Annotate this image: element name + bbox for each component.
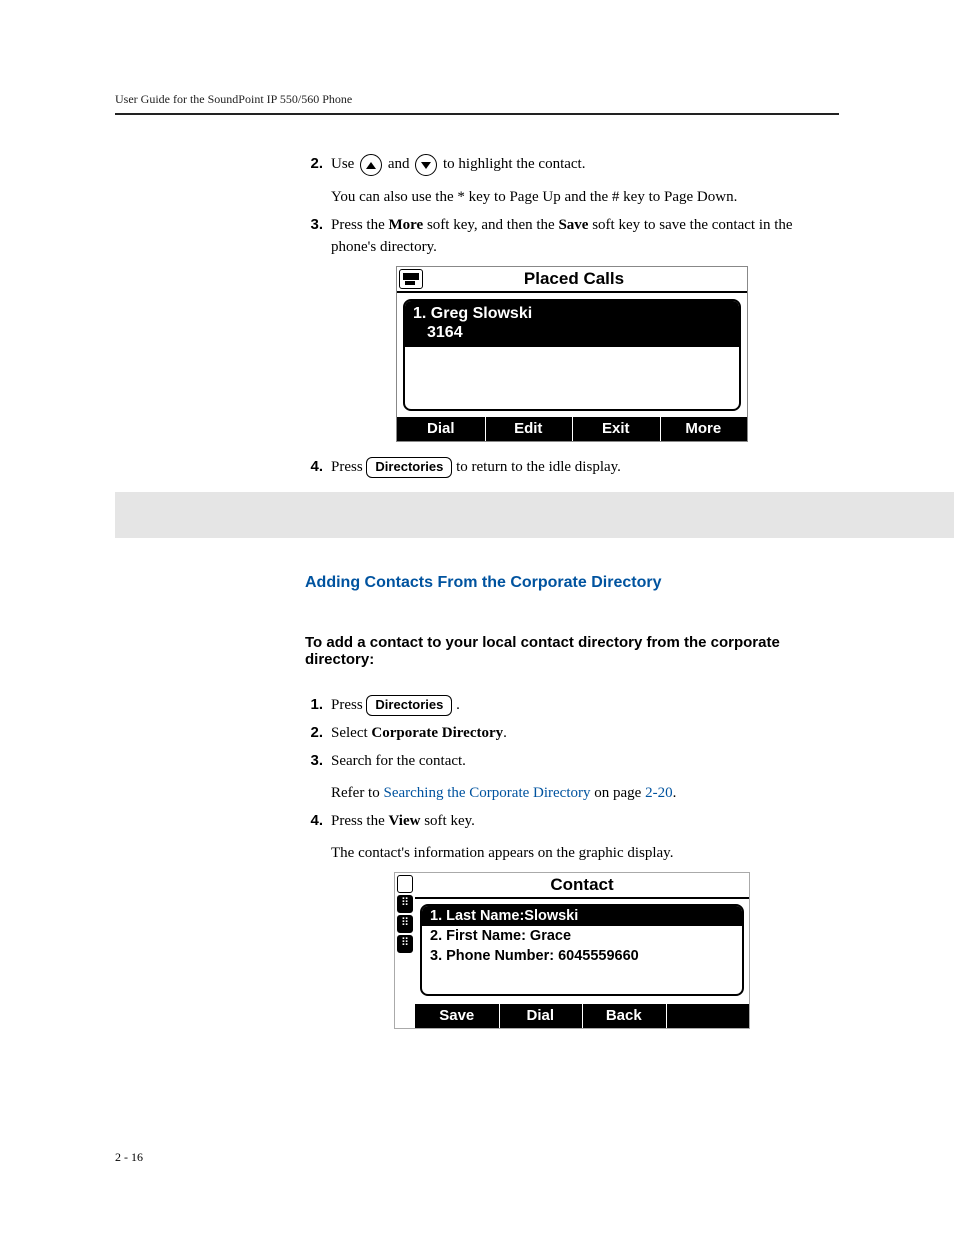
running-header: User Guide for the SoundPoint IP 550/560… <box>115 92 839 115</box>
step-b1-text: Press Directories . <box>331 694 839 716</box>
softkey-back: Back <box>582 1004 666 1028</box>
directories-hardkey: Directories <box>366 695 452 716</box>
step-b4-extra: The contact's information appears on the… <box>331 842 839 864</box>
step-b2: 2. Select Corporate Directory. <box>305 722 839 744</box>
step-number: 3. <box>305 750 331 804</box>
list-item: 2. First Name: Grace <box>422 926 742 946</box>
page-number: 2 - 16 <box>115 1150 143 1165</box>
step-2-extra: You can also use the * key to Page Up an… <box>331 186 839 208</box>
softkey-dial: Dial <box>397 417 485 441</box>
list-item: 3. Phone Number: 6045559660 <box>422 946 742 966</box>
step-b2-text: Select Corporate Directory. <box>331 722 839 744</box>
step-3-text: Press the More soft key, and then the Sa… <box>331 214 839 258</box>
procedure-leadin: To add a contact to your local contact d… <box>305 634 839 668</box>
step-3: 3. Press the More soft key, and then the… <box>305 214 839 258</box>
softkey-empty <box>666 1004 750 1028</box>
xref-page[interactable]: 2-20 <box>645 785 673 801</box>
softkey-more: More <box>660 417 748 441</box>
phone-line-icon <box>399 269 423 289</box>
line-icon <box>397 915 413 933</box>
line-icon <box>397 935 413 953</box>
step-number: 1. <box>305 694 331 716</box>
step-b3-ref: Refer to Searching the Corporate Directo… <box>331 782 839 804</box>
step-number: 2. <box>305 722 331 744</box>
step-number: 2. <box>305 153 331 208</box>
phone-screen-contact: Contact 1. Last Name:Slowski 2. First Na… <box>394 872 750 1029</box>
step-2-text: Use and to highlight the contact. <box>331 153 839 176</box>
step-4: 4. Press Directories to return to the id… <box>305 456 839 478</box>
screen-title: Placed Calls <box>427 269 747 289</box>
screen-title: Contact <box>415 873 749 899</box>
softkey-exit: Exit <box>572 417 660 441</box>
softkey-save: Save <box>415 1004 499 1028</box>
step-b4-text: Press the View soft key. <box>331 810 839 832</box>
contact-fields: 1. Last Name:Slowski 2. First Name: Grac… <box>420 904 744 996</box>
xref-link[interactable]: Searching the Corporate Directory <box>383 785 590 801</box>
call-list: 1. Greg Slowski 3164 <box>403 299 741 411</box>
step-b4: 4. Press the View soft key. The contact'… <box>305 810 839 864</box>
softkey-edit: Edit <box>485 417 573 441</box>
arrow-down-icon <box>415 154 437 176</box>
step-b3: 3. Search for the contact. Refer to Sear… <box>305 750 839 804</box>
section-heading: Adding Contacts From the Corporate Direc… <box>305 574 839 592</box>
step-b1: 1. Press Directories . <box>305 694 839 716</box>
line-icon <box>397 895 413 913</box>
list-item: 1. Last Name:Slowski <box>422 906 742 926</box>
note-band <box>115 492 954 538</box>
line-icon <box>397 875 413 893</box>
phone-screen-placed-calls: Placed Calls 1. Greg Slowski 3164 Dial E… <box>396 266 748 442</box>
step-4-text: Press Directories to return to the idle … <box>331 456 839 478</box>
arrow-up-icon <box>360 154 382 176</box>
step-b3-text: Search for the contact. <box>331 750 839 772</box>
list-item: 1. Greg Slowski 3164 <box>405 301 739 347</box>
step-number: 4. <box>305 810 331 864</box>
directories-hardkey: Directories <box>366 457 452 478</box>
step-number: 3. <box>305 214 331 258</box>
step-2: 2. Use and to highlight the contact. You… <box>305 153 839 208</box>
softkey-dial: Dial <box>499 1004 583 1028</box>
step-number: 4. <box>305 456 331 478</box>
